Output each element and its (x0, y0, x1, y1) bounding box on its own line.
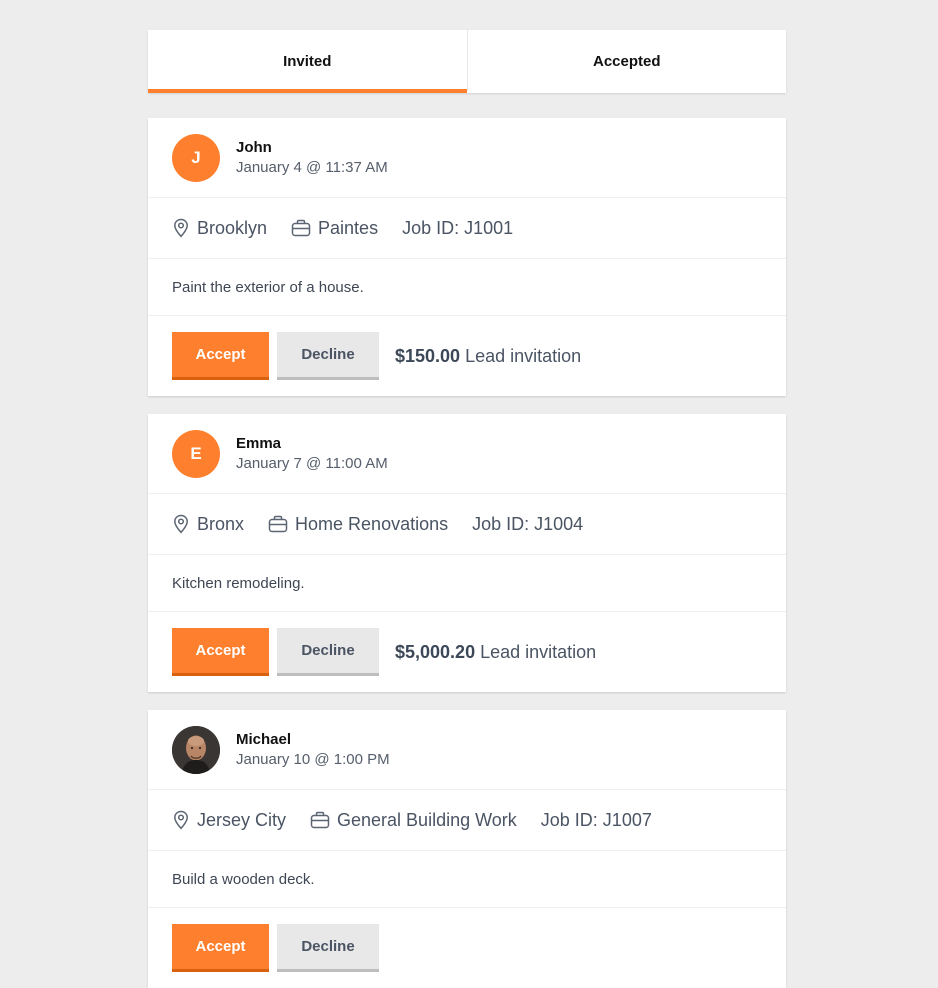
lead-meta: Michael January 10 @ 1:00 PM (236, 730, 390, 770)
briefcase-icon (291, 219, 311, 237)
location-label: Jersey City (197, 809, 287, 830)
location-info: Jersey City (172, 810, 286, 831)
avatar: J (172, 133, 220, 182)
lead-meta: John January 4 @ 11:37 AM (236, 138, 388, 178)
category-label: Paintes (318, 217, 379, 238)
tab-accepted[interactable]: Accepted (466, 30, 787, 93)
lead-card-header: J John January 4 @ 11:37 AM (148, 118, 786, 198)
lead-card-header: Michael January 10 @ 1:00 PM (148, 710, 786, 790)
job-description: Build a wooden deck. (148, 851, 786, 908)
lead-actions: Accept Decline $150.00 Lead invitation (148, 316, 786, 396)
location-label: Brooklyn (197, 217, 268, 238)
location-pin-icon (174, 218, 188, 238)
avatar: E (172, 429, 220, 478)
lead-date: January 4 @ 11:37 AM (236, 158, 388, 176)
lead-card: Michael January 10 @ 1:00 PM Jersey City… (148, 710, 786, 988)
job-description: Paint the exterior of a house. (148, 259, 786, 316)
category-info: General Building Work (310, 810, 517, 831)
lead-info: Brooklyn Paintes Job ID: J1001 (148, 198, 786, 259)
location-label: Bronx (197, 513, 245, 534)
category-label: General Building Work (337, 809, 517, 830)
category-info: Paintes (291, 218, 378, 239)
client-name: Emma (236, 434, 282, 452)
decline-button[interactable]: Decline (277, 332, 379, 380)
location-info: Bronx (172, 514, 244, 535)
accept-button[interactable]: Accept (172, 924, 269, 972)
price-label: Lead invitation (480, 641, 597, 662)
lead-date: January 10 @ 1:00 PM (236, 750, 390, 768)
price-amount: $150.00 (395, 345, 461, 366)
job-id: Job ID: J1001 (402, 217, 514, 238)
job-id: Job ID: J1007 (540, 809, 652, 830)
lead-actions: Accept Decline $5,000.20 Lead invitation (148, 612, 786, 692)
lead-card: E Emma January 7 @ 11:00 AM Bronx Home R… (148, 414, 786, 692)
category-info: Home Renovations (268, 514, 448, 535)
lead-card-header: E Emma January 7 @ 11:00 AM (148, 414, 786, 494)
accept-button[interactable]: Accept (172, 332, 269, 380)
briefcase-icon (268, 515, 288, 533)
lead-date: January 7 @ 11:00 AM (236, 454, 388, 472)
decline-button[interactable]: Decline (277, 924, 379, 972)
job-id: Job ID: J1004 (472, 513, 584, 534)
lead-invitations-panel: Invited Accepted J John January 4 @ 11:3… (148, 30, 786, 988)
lead-price: $150.00 Lead invitation (395, 346, 581, 367)
location-pin-icon (174, 514, 188, 534)
avatar-photo (172, 725, 220, 774)
lead-card: J John January 4 @ 11:37 AM Brooklyn Pai… (148, 118, 786, 396)
person-photo-icon (172, 725, 220, 774)
lead-info: Bronx Home Renovations Job ID: J1004 (148, 494, 786, 555)
lead-actions: Accept Decline (148, 908, 786, 988)
decline-button[interactable]: Decline (277, 628, 379, 676)
location-pin-icon (174, 810, 188, 830)
briefcase-icon (310, 811, 330, 829)
accept-button[interactable]: Accept (172, 628, 269, 676)
category-label: Home Renovations (295, 513, 449, 534)
lead-info: Jersey City General Building Work Job ID… (148, 790, 786, 851)
price-amount: $5,000.20 (395, 641, 476, 662)
location-info: Brooklyn (172, 218, 267, 239)
tab-bar: Invited Accepted (148, 30, 786, 93)
job-description: Kitchen remodeling. (148, 555, 786, 612)
client-name: John (236, 138, 272, 156)
lead-price: $5,000.20 Lead invitation (395, 642, 596, 663)
lead-meta: Emma January 7 @ 11:00 AM (236, 434, 388, 474)
client-name: Michael (236, 730, 292, 748)
tab-invited[interactable]: Invited (148, 30, 467, 93)
price-label: Lead invitation (465, 345, 582, 366)
